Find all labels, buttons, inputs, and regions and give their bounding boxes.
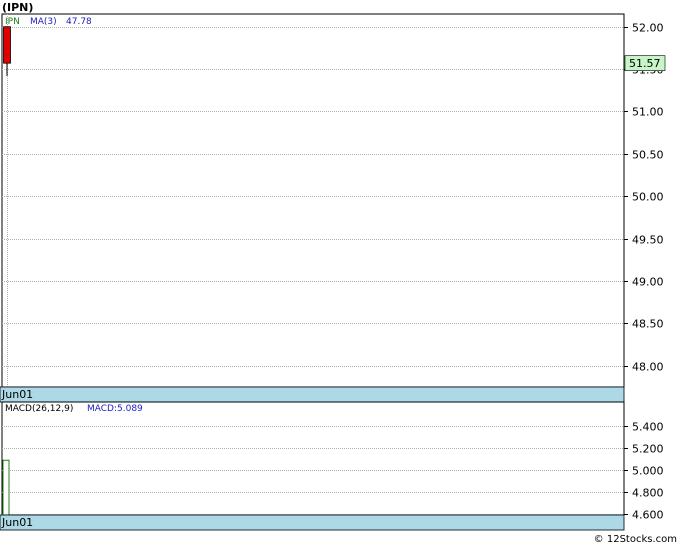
price-tick-label: 48.50 [632, 318, 664, 331]
macd-date-label: Jun01 [1, 516, 33, 529]
macd-plot-frame [1, 401, 625, 516]
price-tick-label: 49.00 [632, 276, 664, 289]
current-price-badge: 51.57 [624, 55, 666, 71]
price-panel: 52.0051.5051.0050.5050.0049.5049.0048.50… [0, 13, 666, 403]
macd-tick-label: 4.600 [632, 509, 664, 522]
copyright-footer: © 12Stocks.com [594, 534, 677, 545]
price-tick-label: 50.50 [632, 149, 664, 162]
macd-tick-label: 5.000 [632, 465, 664, 478]
macd-bar [2, 459, 10, 516]
ma-label: MA(3) [30, 17, 57, 27]
macd-legend: MACD(26,12,9) [5, 404, 73, 414]
ma-value: 47.78 [66, 17, 92, 27]
price-tick-label: 49.50 [632, 234, 664, 247]
price-tick-label: 52.00 [632, 22, 664, 35]
ticker-title: (IPN) [2, 1, 33, 14]
price-tick-label: 50.00 [632, 191, 664, 204]
legend-ticker: IPN [5, 17, 20, 27]
price-y-axis: 52.0051.5051.0050.5050.0049.5049.0048.50… [624, 22, 664, 374]
candle-body [3, 26, 11, 64]
current-price-label: 51.57 [629, 57, 661, 70]
macd-y-axis: 5.400 5.200 5.000 4.800 4.600 [624, 421, 664, 522]
macd-panel: 5.4005.2005.0004.8004.600 MACD(26,12,9) … [0, 401, 664, 531]
price-tick-label: 48.00 [632, 361, 664, 374]
macd-value-label: MACD:5.089 [87, 404, 143, 414]
macd-tick-label: 4.800 [632, 487, 664, 500]
macd-bars [2, 459, 10, 516]
price-date-bar [0, 386, 625, 403]
macd-tick-label: 5.200 [632, 443, 664, 456]
macd-date-bar [0, 514, 625, 531]
price-date-label: Jun01 [1, 388, 33, 401]
price-tick-label: 51.00 [632, 106, 664, 119]
stock-chart: (IPN) 52.0051.5051.0050.5050.0049.5049.0… [0, 1, 677, 545]
macd-tick-label: 5.400 [632, 421, 664, 434]
